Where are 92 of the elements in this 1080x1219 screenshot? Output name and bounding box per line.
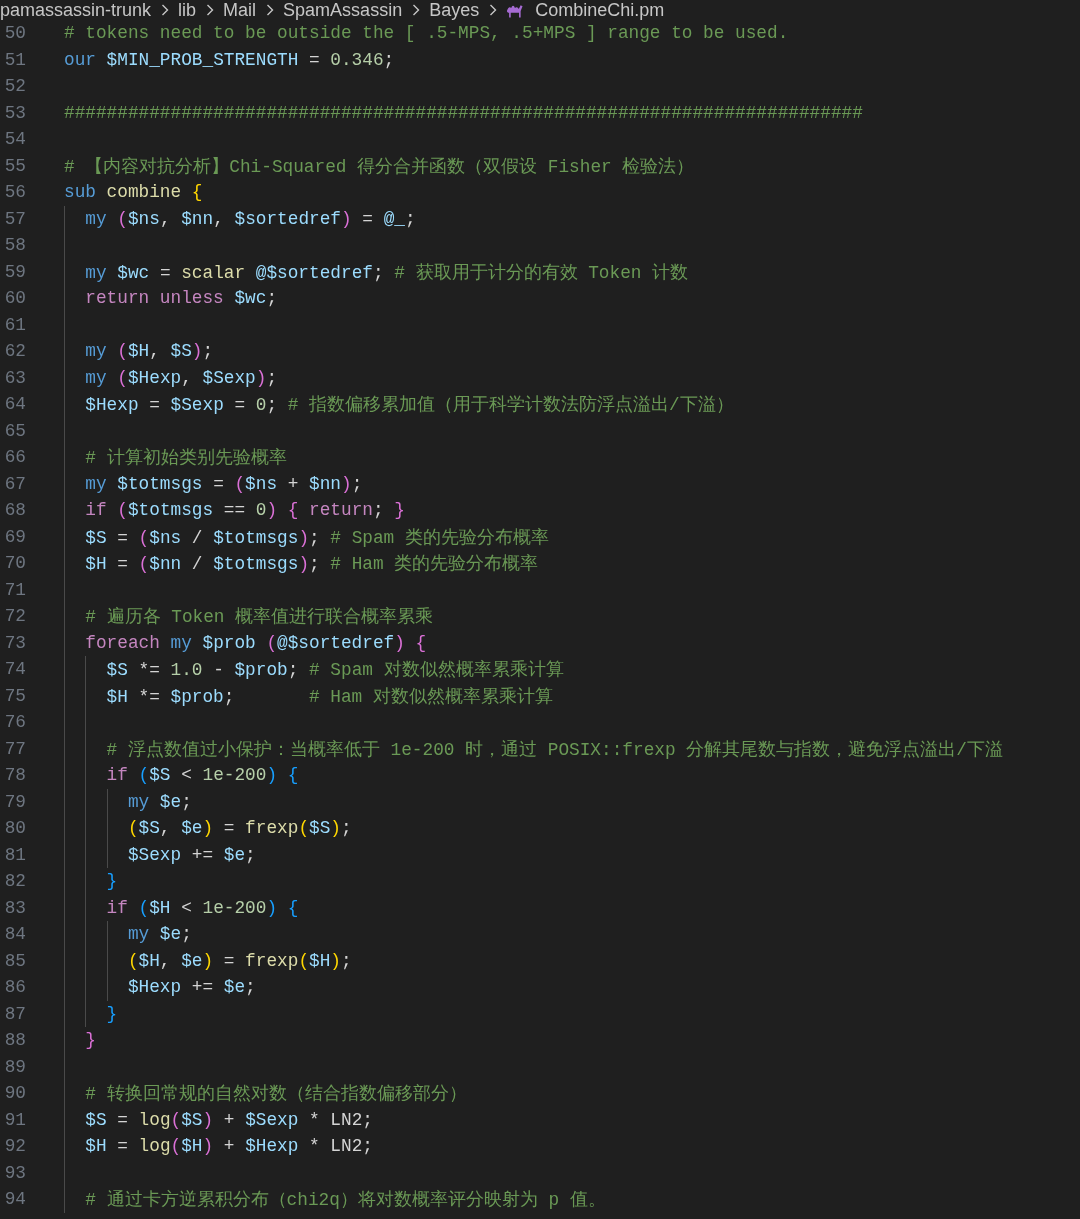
line-number: 68 (3, 500, 26, 521)
code-line: $H = log($H) + $Hexp * LN2; (85, 1136, 373, 1157)
line-number: 85 (3, 950, 26, 971)
line-number: 57 (3, 208, 26, 229)
line-number: 79 (3, 791, 26, 812)
line-number: 51 (3, 49, 26, 70)
line-number: 52 (3, 76, 26, 97)
line-number: 65 (3, 420, 26, 441)
code-line: # 计算初始类别先验概率 (85, 447, 287, 470)
line-number: 88 (3, 1030, 26, 1051)
breadcrumb-item[interactable]: lib (178, 0, 197, 20)
line-number: 61 (3, 314, 26, 335)
breadcrumb-item[interactable]: CombineChi.pm (506, 0, 665, 20)
chevron-icon (266, 4, 275, 16)
code-line: my $e; (127, 924, 192, 945)
breadcrumb-item[interactable]: Bayes (429, 0, 480, 20)
breadcrumb-item[interactable]: SpamAssassin (283, 0, 403, 20)
line-number: 78 (3, 765, 26, 786)
code-line: $S = log($S) + $Sexp * LN2; (85, 1109, 373, 1130)
code-line: if ($H < 1e-200) { (106, 897, 299, 918)
line-number: 84 (3, 924, 26, 945)
code-line: $Hexp += $e; (127, 977, 256, 998)
line-number: 60 (3, 288, 26, 309)
code-line: $H *= $prob; # Ham 对数似然概率累乘计算 (106, 685, 553, 708)
line-number: 81 (3, 844, 26, 865)
line-number: 58 (3, 235, 26, 256)
code-line: # 转换回常规的自然对数（结合指数偏移部分） (85, 1083, 467, 1106)
line-number: 66 (3, 447, 26, 468)
code-line: my $totmsgs = ($ns + $nn); (85, 473, 363, 494)
line-number: 69 (3, 526, 26, 547)
chevron-icon (489, 4, 498, 16)
code-line: my ($H, $S); (85, 341, 214, 362)
line-number: 92 (3, 1136, 26, 1157)
code-line: $Hexp = $Sexp = 0; # 指数偏移累加值（用于科学计数法防浮点溢出/下溢） (85, 394, 734, 417)
breadcrumb-item[interactable]: pamassassin-trunk (0, 0, 152, 20)
code-line: my $e; (127, 791, 192, 812)
line-number: 55 (3, 155, 26, 176)
line-number: 62 (3, 341, 26, 362)
breadcrumb-item[interactable]: Mail (223, 0, 257, 20)
line-number: 74 (3, 659, 26, 680)
code-line: ($H, $e) = frexp($H); (127, 950, 352, 971)
code-line: } (106, 871, 118, 892)
code-line: if ($totmsgs == 0) { return; } (85, 500, 405, 521)
line-number: 90 (3, 1083, 26, 1104)
line-number: 56 (3, 182, 26, 203)
code-line: our $MIN_PROB_STRENGTH = 0.346; (64, 49, 395, 70)
code-line: # 通过卡方逆累积分布（chi2q）将对数概率评分映射为 p 值。 (85, 1189, 606, 1212)
line-number: 76 (3, 712, 26, 733)
code-line: } (85, 1030, 96, 1051)
line-number: 54 (3, 129, 26, 150)
line-number: 70 (3, 553, 26, 574)
code-line: if ($S < 1e-200) { (106, 765, 299, 786)
line-number: 50 (3, 23, 26, 44)
line-number: 89 (3, 1056, 26, 1077)
code-line: ($S, $e) = frexp($S); (127, 818, 352, 839)
line-number: 71 (3, 579, 26, 600)
code-line: $Sexp += $e; (127, 844, 256, 865)
code-line: ########################################################################### (64, 102, 863, 123)
code-line: # 遍历各 Token 概率值进行联合概率累乘 (85, 606, 434, 629)
line-number: 77 (3, 738, 26, 759)
line-number: 59 (3, 261, 26, 282)
line-number: 91 (3, 1109, 26, 1130)
chevron-icon (161, 4, 170, 16)
code-line: $H = ($nn / $totmsgs); # Ham 类的先验分布概率 (85, 553, 539, 576)
line-number: 83 (3, 897, 26, 918)
line-number: 82 (3, 871, 26, 892)
line-number: 72 (3, 606, 26, 627)
code-line: # tokens need to be outside the [ .5-MPS, .5+MPS ] range to be used. (64, 23, 789, 44)
code-line: my ($Hexp, $Sexp); (85, 367, 278, 388)
chevron-icon (412, 4, 421, 16)
line-number: 64 (3, 394, 26, 415)
code-line: } (106, 1003, 118, 1024)
code-line: $S = ($ns / $totmsgs); # Spam 类的先验分布概率 (85, 526, 549, 549)
line-number: 87 (3, 1003, 26, 1024)
line-number: 73 (3, 632, 26, 653)
line-number: 80 (3, 818, 26, 839)
line-number: 94 (3, 1189, 26, 1210)
line-number: 75 (3, 685, 26, 706)
line-number: 63 (3, 367, 26, 388)
code-line: # 【内容对抗分析】Chi-Squared 得分合并函数（双假设 Fisher 检验法） (64, 155, 695, 178)
code-line: $S *= 1.0 - $prob; # Spam 对数似然概率累乘计算 (106, 659, 564, 682)
line-number: 93 (3, 1162, 26, 1183)
code-line: sub combine { (64, 182, 203, 203)
line-number: 53 (3, 102, 26, 123)
code-line: my $wc = scalar @$sortedref; # 获取用于计分的有效 Token 计数 (85, 261, 689, 284)
code-line: foreach my $prob (@$sortedref) { (85, 632, 427, 653)
code-line: return unless $wc; (85, 288, 278, 309)
code-line: # 浮点数值过小保护：当概率低于 1e-200 时，通过 POSIX::frexp 分解其尾数与指数，避免浮点溢出/下溢 (106, 738, 1003, 761)
chevron-icon (206, 4, 215, 16)
line-number: 67 (3, 473, 26, 494)
line-number: 86 (3, 977, 26, 998)
code-line: my ($ns, $nn, $sortedref) = @_; (85, 208, 416, 229)
